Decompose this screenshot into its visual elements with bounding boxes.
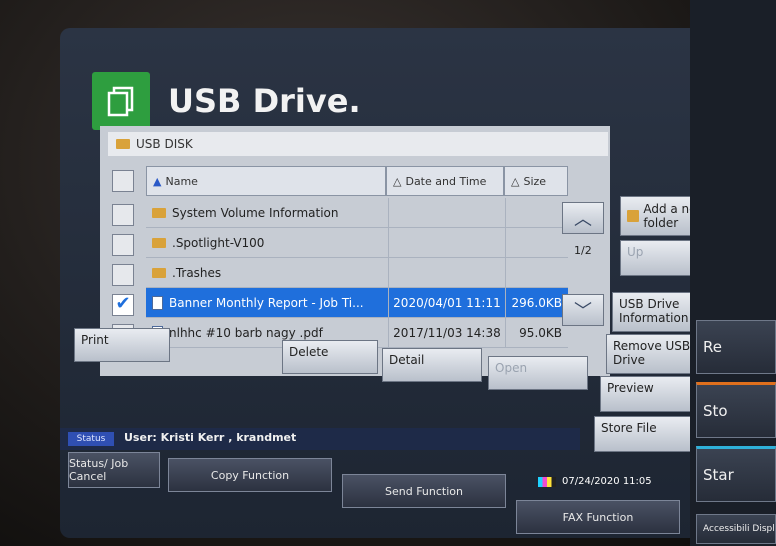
file-size [504, 197, 568, 228]
scroll-down-button[interactable]: ﹀ [562, 294, 604, 326]
copy-function-button[interactable]: Copy Function [168, 458, 332, 492]
preview-button[interactable]: Preview [600, 376, 704, 412]
page-indicator: 1/2 [574, 244, 592, 257]
clock: 07/24/2020 11:05 [538, 476, 652, 487]
file-date: 2020/04/01 11:11 [387, 287, 505, 318]
sort-asc-icon: ▲ [153, 174, 162, 188]
file-name: .Trashes [172, 265, 222, 280]
scroll-up-button[interactable]: ︿ [562, 202, 604, 234]
chevron-down-icon: ﹀ [574, 301, 592, 322]
column-header-size[interactable]: △ Size [504, 166, 568, 196]
delete-button[interactable]: Delete [282, 340, 378, 374]
folder-icon [152, 237, 166, 248]
file-size [504, 257, 568, 288]
accessibility-display-key[interactable]: Accessibili Displ [696, 514, 776, 544]
send-function-button[interactable]: Send Function [342, 474, 506, 508]
table-row-selected[interactable]: Banner Monthly Report - Job Ti... 2020/0… [146, 287, 568, 318]
fax-function-button[interactable]: FAX Function [516, 500, 680, 534]
new-folder-icon [627, 210, 640, 222]
file-size [504, 227, 568, 258]
hardware-keys: Re Sto Star Accessibili Displ [690, 0, 776, 546]
page-title: USB Drive. [168, 82, 361, 120]
file-name: .Spotlight-V100 [172, 235, 265, 250]
file-date [387, 197, 505, 228]
document-icon [152, 295, 163, 310]
stop-key[interactable]: Sto [696, 382, 776, 438]
print-button[interactable]: Print [74, 328, 170, 362]
status-tag: Status [68, 432, 114, 446]
usb-drive-icon [92, 72, 150, 130]
reset-key[interactable]: Re [696, 320, 776, 374]
status-job-cancel-button[interactable]: Status/ Job Cancel [68, 452, 160, 488]
touch-screen: USB Drive. USB DISK ▲ Name △ Date and Ti… [60, 28, 760, 538]
breadcrumb: USB DISK [108, 132, 608, 156]
chevron-up-icon: ︿ [574, 209, 592, 230]
open-button[interactable]: Open [488, 356, 588, 390]
path-label: USB DISK [136, 137, 193, 151]
detail-button[interactable]: Detail [382, 348, 482, 382]
column-header-date[interactable]: △ Date and Time [386, 166, 504, 196]
folder-icon [152, 207, 166, 218]
row-checkbox[interactable] [112, 204, 134, 226]
table-row[interactable]: System Volume Information [146, 197, 568, 228]
file-size: 296.0KB [504, 287, 568, 318]
file-name: nlhhc #10 barb nagy .pdf [169, 325, 323, 340]
sort-icon: △ [511, 174, 520, 188]
file-name: System Volume Information [172, 205, 339, 220]
file-date [387, 257, 505, 288]
status-bar: Status User: Kristi Kerr , krandmet [60, 428, 580, 450]
folder-icon [116, 139, 130, 149]
row-checkbox-checked[interactable]: ✔ [112, 294, 134, 316]
toner-level-icon [538, 476, 556, 487]
column-header-name[interactable]: ▲ Name [146, 166, 386, 196]
table-row[interactable]: .Spotlight-V100 [146, 227, 568, 258]
row-checkbox[interactable] [112, 264, 134, 286]
folder-icon [152, 267, 166, 278]
file-name: Banner Monthly Report - Job Ti... [169, 295, 364, 310]
row-checkbox[interactable] [112, 234, 134, 256]
file-size: 95.0KB [504, 317, 568, 348]
logged-in-user: User: Kristi Kerr , krandmet [124, 431, 297, 444]
file-date [387, 227, 505, 258]
sort-icon: △ [393, 174, 402, 188]
file-browser-panel: USB DISK ▲ Name △ Date and Time △ Size S… [100, 126, 610, 376]
file-date: 2017/11/03 14:38 [387, 317, 505, 348]
select-all-checkbox[interactable] [112, 170, 134, 192]
store-file-button[interactable]: Store File [594, 416, 698, 452]
start-key[interactable]: Star [696, 446, 776, 502]
table-row[interactable]: .Trashes [146, 257, 568, 288]
